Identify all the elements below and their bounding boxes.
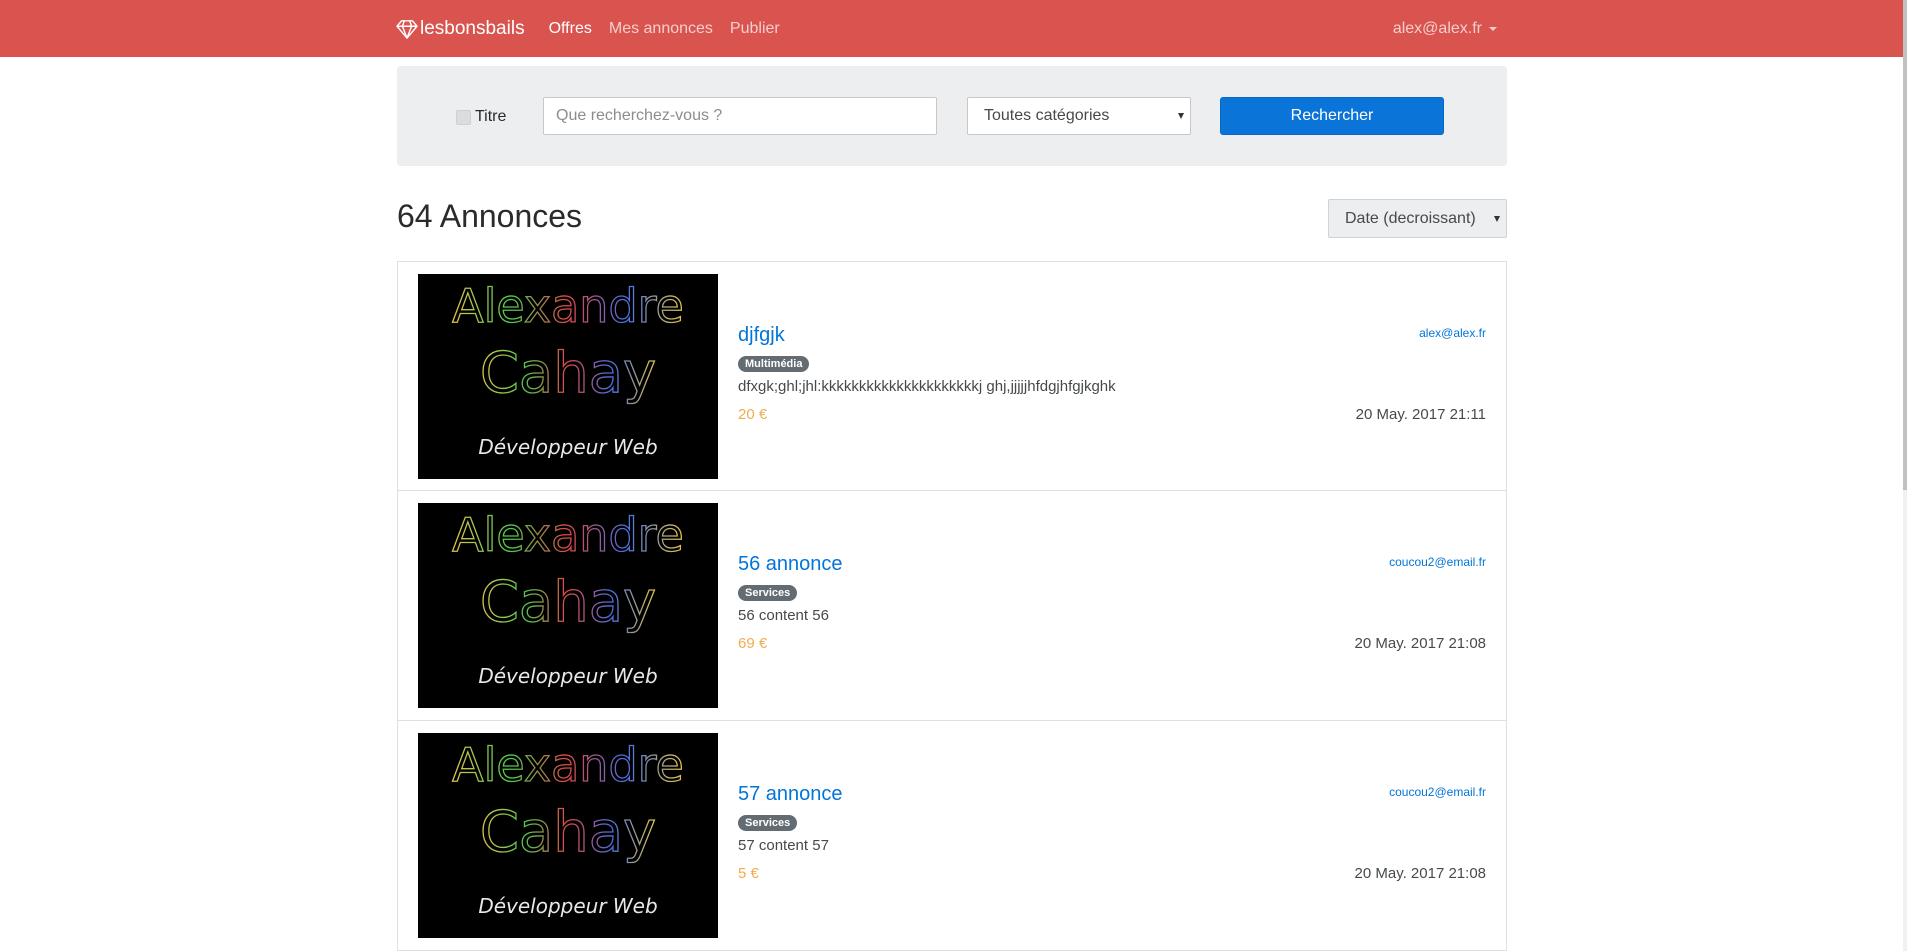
listing-date: 20 May. 2017 21:08 [1354,635,1486,652]
listing-image[interactable]: Alexandre Cahay Développeur Web [418,503,718,708]
select-arrow-icon [1494,215,1500,222]
nav-offres[interactable]: Offres [549,20,592,38]
listing-price: 20 € [738,406,768,423]
listing-card[interactable]: Alexandre Cahay Développeur Web 56 annon… [397,491,1507,721]
category-badge: Services [738,585,798,601]
select-arrow-icon [1178,113,1184,119]
nav-publier[interactable]: Publier [730,20,780,38]
listing-price: 5 € [738,865,759,882]
listing-title[interactable]: 57 annonce [738,783,843,806]
user-email: alex@alex.fr [1392,19,1482,37]
title-filter[interactable]: Titre [456,108,506,126]
sort-select-value: Date (decroissant) [1345,209,1476,227]
image-text-line3: Développeur Web [478,435,657,459]
category-select[interactable]: Toutes catégories [967,97,1191,135]
image-text-line2: Cahay [480,800,656,865]
sort-select[interactable]: Date (decroissant) [1328,199,1507,238]
search-button[interactable]: Rechercher [1220,97,1444,135]
navbar-inner: lesbonsbails Offres Mes annonces Publier… [396,0,1507,57]
brand-name: lesbonsbails [420,17,525,39]
top-navbar: lesbonsbails Offres Mes annonces Publier… [0,0,1903,57]
listing-card[interactable]: Alexandre Cahay Développeur Web djfgjk M… [397,261,1507,491]
nav-mes-annonces[interactable]: Mes annonces [609,20,713,38]
category-badge: Services [738,815,798,831]
search-input[interactable] [543,97,937,135]
image-text-line1: Alexandre [452,279,684,333]
title-checkbox-label: Titre [475,108,507,125]
listing-email[interactable]: coucou2@email.fr [1389,785,1486,799]
category-select-value: Toutes catégories [984,107,1110,124]
listing-date: 20 May. 2017 21:08 [1354,865,1486,882]
caret-down-icon [1489,26,1497,31]
listing-date: 20 May. 2017 21:11 [1355,406,1486,423]
listing-description: 56 content 56 [738,607,829,624]
listing-title[interactable]: djfgjk [738,324,785,347]
listing-list: Alexandre Cahay Développeur Web djfgjk M… [397,261,1507,951]
category-badge: Multimédia [738,356,810,372]
scrollbar-thumb[interactable] [1903,0,1907,490]
listing-description: dfxgk;ghl;jhl:kkkkkkkkkkkkkkkkkkkkkj ghj… [738,378,1116,395]
scrollbar[interactable] [1903,0,1907,951]
brand-link[interactable]: lesbonsbails [396,18,525,40]
user-menu-dropdown[interactable]: alex@alex.fr [1393,20,1507,38]
listing-description: 57 content 57 [738,837,829,854]
listing-email[interactable]: coucou2@email.fr [1389,555,1486,569]
search-panel: Titre Toutes catégories Rechercher [397,66,1507,166]
image-text-line2: Cahay [480,570,656,635]
title-checkbox[interactable] [456,109,471,125]
listing-image[interactable]: Alexandre Cahay Développeur Web [418,274,718,479]
image-text-line3: Développeur Web [478,894,657,918]
listing-price: 69 € [738,635,768,652]
image-text-line1: Alexandre [452,508,684,562]
listing-image[interactable]: Alexandre Cahay Développeur Web [418,733,718,938]
page: lesbonsbails Offres Mes annonces Publier… [0,0,1907,951]
listing-title[interactable]: 56 annonce [738,553,843,576]
listing-email[interactable]: alex@alex.fr [1419,326,1486,340]
image-text-line1: Alexandre [452,738,684,792]
image-text-line2: Cahay [480,341,656,406]
listing-card[interactable]: Alexandre Cahay Développeur Web 57 annon… [397,721,1507,951]
diamond-icon [396,19,418,39]
results-count-title: 64 Annonces [397,198,583,234]
image-text-line3: Développeur Web [478,664,657,688]
